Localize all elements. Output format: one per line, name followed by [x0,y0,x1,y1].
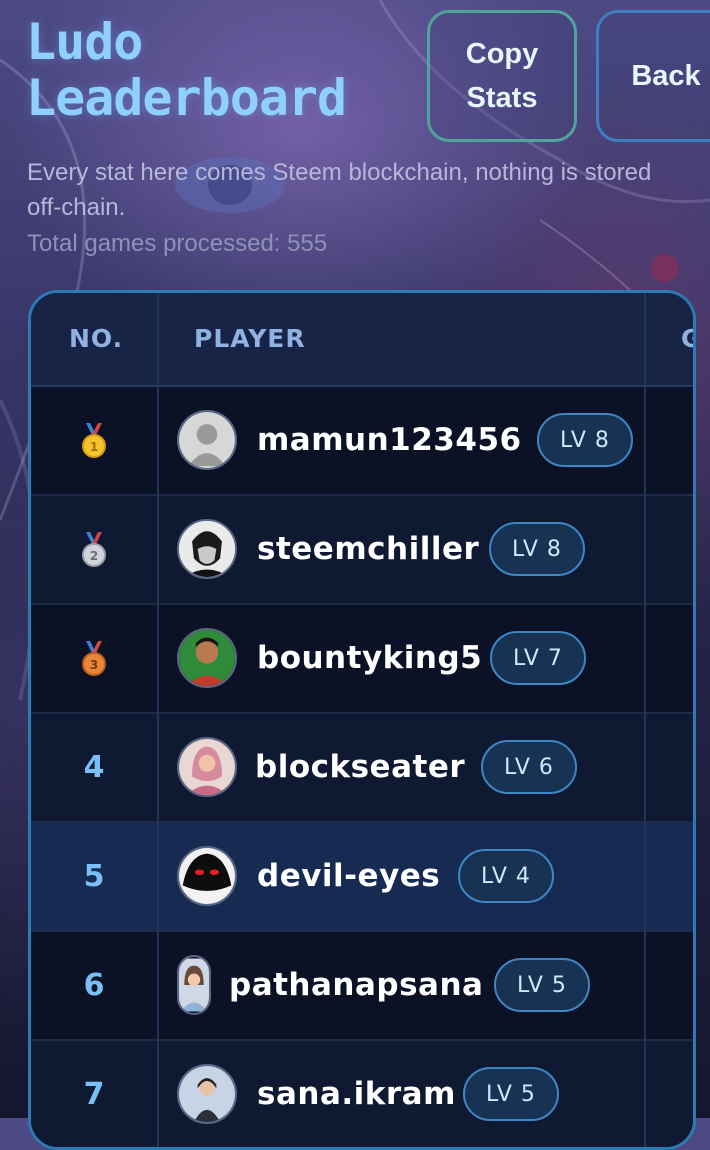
gold-medal-icon: 1 [82,422,106,458]
user-photo [179,739,235,795]
user-photo [179,630,235,686]
table-row[interactable]: 6 pathanapsana LV 5 [31,932,693,1041]
avatar[interactable] [177,410,237,470]
rank-cell: 4 [83,750,105,785]
svg-text:3: 3 [90,658,98,672]
table-row[interactable]: 3 bountyking5 LV 7 [31,605,693,714]
rank-cell: 1 [31,387,157,494]
column-divider [644,293,646,1147]
player-name[interactable]: blockseater [255,714,465,821]
player-name[interactable]: steemchiller [257,496,479,603]
player-name[interactable]: pathanapsana [229,932,483,1039]
table-row[interactable]: 1 mamun123456 LV 8 [31,387,693,496]
column-header-no[interactable]: NO. [69,293,123,385]
user-photo [179,521,235,577]
level-badge: LV 6 [481,740,577,794]
total-games-count: Total games processed: 555 [27,230,328,257]
user-photo [179,958,209,1012]
user-photo [179,848,235,904]
bronze-medal-icon: 3 [82,640,106,676]
page-subtitle: Every stat here comes Steem blockchain, … [27,159,652,221]
column-header-games[interactable]: G [681,293,693,385]
level-badge: LV 8 [537,413,633,467]
player-name[interactable]: mamun123456 [257,387,522,494]
silver-medal-icon: 2 [82,531,106,567]
rank-cell: 3 [31,605,157,712]
avatar[interactable] [177,628,237,688]
rank-cell: 2 [31,496,157,603]
column-divider [157,293,159,1147]
rank-cell: 7 [83,1077,105,1112]
avatar[interactable] [177,1064,237,1124]
default-avatar-icon [179,412,235,468]
avatar[interactable] [177,955,211,1015]
table-row[interactable]: 2 steemchiller LV 8 [31,496,693,605]
title-line: Ludo Leaderboard [26,13,347,127]
svg-text:2: 2 [90,549,98,563]
table-row[interactable]: 4 blockseater LV 6 [31,714,693,823]
rank-cell: 6 [83,968,105,1003]
svg-text:1: 1 [90,440,98,454]
level-badge: LV 5 [494,958,590,1012]
back-button[interactable]: Back [596,10,710,142]
table-row[interactable]: 7 sana.ikram LV 5 [31,1041,693,1147]
table-header: NO. PLAYER G [31,293,693,387]
level-badge: LV 4 [458,849,554,903]
rank-cell: 5 [83,859,105,894]
copy-stats-button[interactable]: Copy Stats [427,10,577,142]
avatar[interactable] [177,519,237,579]
player-name[interactable]: sana.ikram [257,1041,456,1147]
table-row[interactable]: 5 devil-eyes LV 4 [31,823,693,932]
level-badge: LV 7 [490,631,586,685]
avatar[interactable] [177,737,237,797]
leaderboard-table: NO. PLAYER G 1 mamun123456 LV 8 2 [28,290,696,1150]
level-badge: LV 5 [463,1067,559,1121]
player-name[interactable]: devil-eyes [257,823,440,930]
user-photo [179,1066,235,1122]
page-title: Ludo Leaderboard [26,13,347,127]
level-badge: LV 8 [489,522,585,576]
player-name[interactable]: bountyking5 [257,605,482,712]
column-header-player[interactable]: PLAYER [194,293,306,385]
avatar[interactable] [177,846,237,906]
